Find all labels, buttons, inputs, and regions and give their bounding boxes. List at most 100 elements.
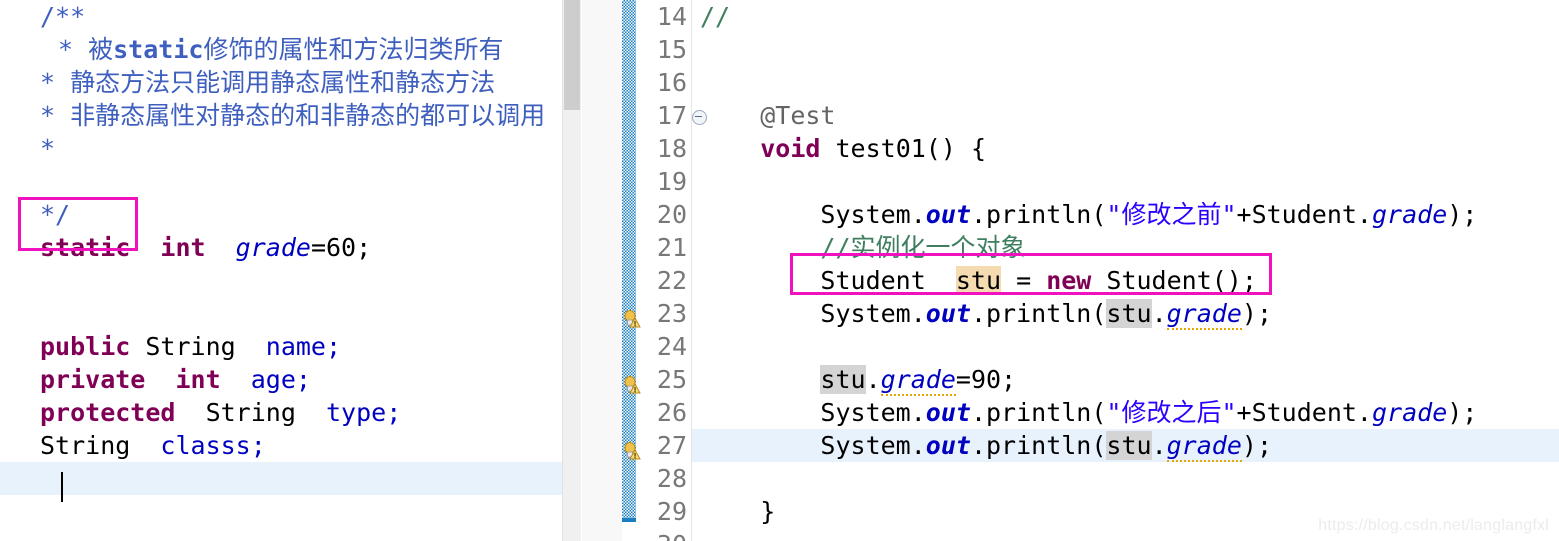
line-number[interactable]: 14 — [636, 0, 691, 33]
code-token: private — [40, 365, 146, 394]
right-code-line[interactable]: @Test — [692, 99, 1559, 132]
line-number[interactable]: 26 — [636, 396, 691, 429]
line-number[interactable]: 16 — [636, 66, 691, 99]
code-token: * — [40, 134, 56, 163]
left-code-line[interactable]: static int grade=60; — [0, 231, 581, 264]
watermark-text: https://blog.csdn.net/langlangfxl — [1318, 517, 1549, 534]
line-number-label: 23 — [656, 299, 687, 328]
code-token: 被 — [88, 35, 114, 64]
right-code-line[interactable]: System.out.println("修改之前"+Student.grade)… — [692, 198, 1559, 231]
left-editor-code-area[interactable]: /** * 被static修饰的属性和方法归类所有 * 静态方法只能调用静态属性和静… — [0, 0, 581, 495]
right-code-line[interactable]: // — [692, 0, 1559, 33]
line-number-gutter[interactable]: 14 15 16 17 18 19 20 21 22 23 24 25 26 27 28 29 30 — [624, 0, 707, 541]
code-token: +Student. — [1236, 398, 1372, 427]
left-editor-vertical-scrollbar[interactable] — [562, 0, 581, 541]
left-code-line-current[interactable] — [0, 462, 581, 495]
line-number[interactable]: 17 — [636, 99, 707, 132]
right-code-line-current[interactable]: System.out.println(stu.grade); — [692, 429, 1559, 462]
left-code-line[interactable]: * — [0, 132, 581, 165]
warning-icon[interactable] — [624, 370, 641, 394]
code-token: ); — [1447, 200, 1478, 229]
right-code-line[interactable] — [692, 33, 1559, 66]
line-number[interactable]: 24 — [636, 330, 691, 363]
code-token: grade — [1166, 299, 1242, 330]
code-token: =60; — [310, 233, 372, 262]
left-code-line[interactable]: * 被static修饰的属性和方法归类所有 — [0, 33, 581, 66]
left-code-line[interactable]: /** — [0, 0, 581, 33]
line-number[interactable]: 29 — [636, 495, 691, 528]
line-number-label: 30 — [657, 530, 687, 541]
code-token: stu — [1106, 431, 1152, 460]
left-code-line[interactable]: String classs; — [0, 429, 581, 462]
line-number[interactable]: 20 — [636, 198, 691, 231]
code-token: =90; — [955, 365, 1017, 394]
code-token: stu — [820, 365, 866, 394]
left-editor-pane[interactable]: /** * 被static修饰的属性和方法归类所有 * 静态方法只能调用静态属性和静… — [0, 0, 581, 541]
code-token: grade — [1371, 398, 1448, 427]
left-code-line[interactable]: */ — [0, 198, 581, 231]
line-number[interactable]: 27 — [624, 429, 691, 462]
line-number[interactable]: 15 — [636, 33, 691, 66]
line-number-label: 22 — [656, 266, 687, 295]
right-code-line[interactable]: System.out.println(stu.grade); — [692, 297, 1559, 330]
line-number-label: 21 — [656, 233, 687, 262]
line-number[interactable]: 21 — [636, 231, 691, 264]
left-code-line[interactable]: * 静态方法只能调用静态属性和静态方法 — [0, 66, 581, 99]
code-token: String — [40, 431, 161, 460]
code-token: protected — [40, 398, 176, 427]
right-editor-code-area[interactable]: // @Test void test01() { System.out.prin… — [692, 0, 1559, 541]
code-token: age; — [250, 365, 311, 394]
line-number-label: 26 — [656, 398, 687, 427]
left-code-line[interactable]: public String name; — [0, 330, 581, 363]
left-code-line[interactable]: protected String type; — [0, 396, 581, 429]
code-token: . — [1151, 299, 1167, 328]
code-token: } — [700, 497, 776, 526]
left-code-line[interactable] — [0, 165, 581, 198]
right-code-line[interactable] — [692, 66, 1559, 99]
warning-icon[interactable] — [624, 304, 641, 328]
warning-icon[interactable] — [624, 436, 641, 460]
line-number[interactable]: 19 — [636, 165, 691, 198]
editor-splitter[interactable] — [581, 0, 623, 541]
right-code-line[interactable]: System.out.println("修改之后"+Student.grade)… — [692, 396, 1559, 429]
line-number[interactable]: 28 — [636, 462, 691, 495]
line-number[interactable]: 23 — [624, 297, 691, 330]
left-code-line[interactable] — [0, 297, 581, 330]
code-token: .println( — [970, 431, 1107, 460]
code-token: public — [40, 332, 131, 361]
line-number[interactable]: 25 — [624, 363, 691, 396]
left-code-line[interactable] — [0, 264, 581, 297]
line-number[interactable]: 30 — [636, 528, 691, 541]
left-code-line[interactable]: * 非静态属性对静态的和非静态的都可以调用 — [0, 99, 581, 132]
code-token: int — [130, 233, 236, 262]
right-code-line[interactable]: //实例化一个对象 — [692, 231, 1559, 264]
code-token: out — [925, 398, 971, 427]
line-number-label: 20 — [656, 200, 687, 229]
code-token: .println( — [970, 299, 1107, 328]
code-token: +Student. — [1236, 200, 1372, 229]
code-token: classs; — [160, 431, 266, 460]
line-number[interactable]: 18 — [636, 132, 691, 165]
line-number-label: 14 — [656, 2, 687, 31]
right-editor-pane[interactable]: 14 15 16 17 18 19 20 21 22 23 24 25 26 27 28 29 30 // @T… — [622, 0, 1559, 541]
right-code-line[interactable]: Student stu = new Student(); — [692, 264, 1559, 297]
code-token: // — [700, 2, 731, 31]
code-token: System. — [700, 299, 926, 328]
line-number-label: 29 — [656, 497, 687, 526]
code-token: test01() { — [820, 134, 987, 163]
code-token: /** — [40, 2, 86, 31]
scrollbar-thumb[interactable] — [564, 0, 580, 110]
left-code-line[interactable]: private int age; — [0, 363, 581, 396]
change-indicator-bar-end — [622, 518, 636, 522]
code-token: stu — [1106, 299, 1152, 328]
right-code-line[interactable] — [692, 462, 1559, 495]
line-number-label: 15 — [656, 35, 687, 64]
right-code-line[interactable] — [692, 165, 1559, 198]
right-code-line[interactable]: stu.grade=90; — [692, 363, 1559, 396]
line-number[interactable]: 22 — [636, 264, 691, 297]
right-code-line[interactable] — [692, 330, 1559, 363]
right-code-line[interactable]: void test01() { — [692, 132, 1559, 165]
